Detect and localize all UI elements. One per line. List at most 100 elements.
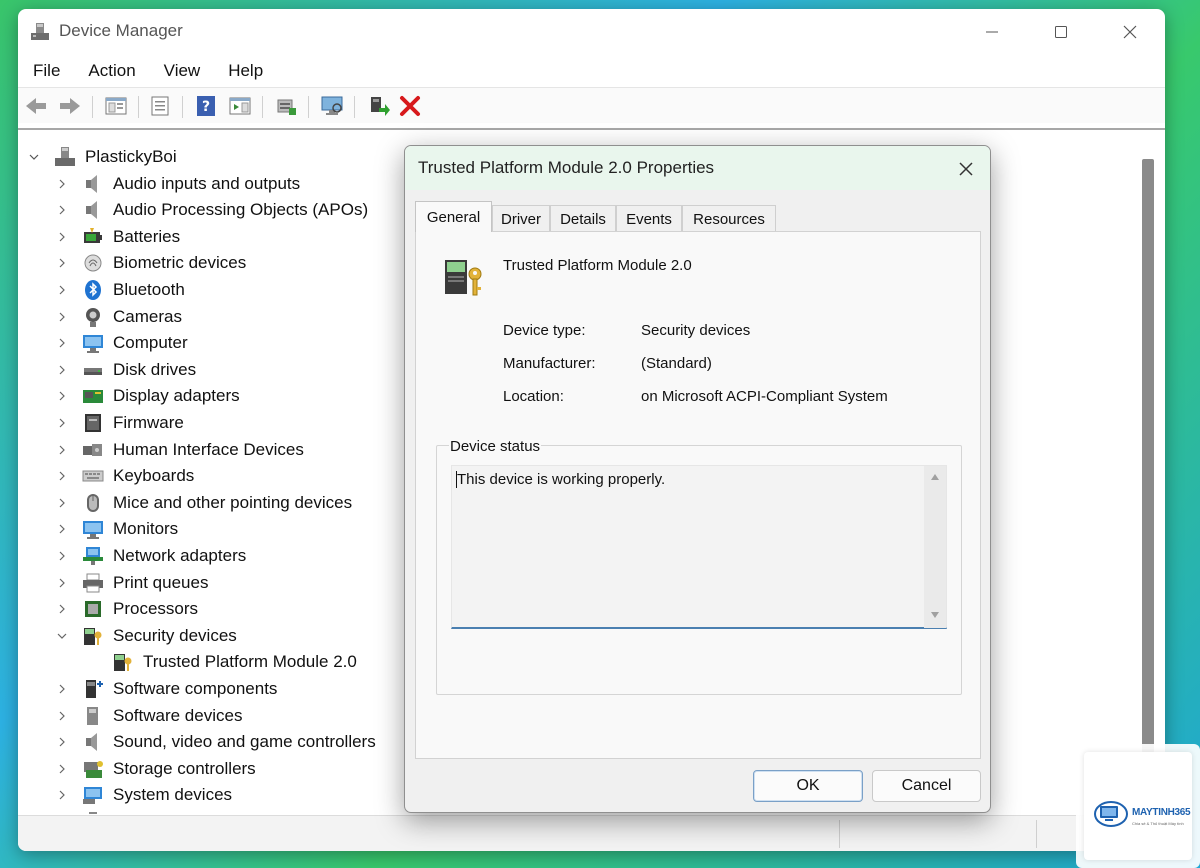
minimize-button[interactable] (969, 17, 1015, 47)
tree-item-label: Bluetooth (113, 280, 185, 299)
tree-category-item[interactable]: Print queues (56, 570, 208, 596)
chevron-right-icon[interactable] (56, 683, 68, 695)
scroll-down-icon[interactable] (929, 610, 941, 620)
menu-action[interactable]: Action (74, 61, 149, 89)
chevron-right-icon[interactable] (56, 470, 68, 482)
chevron-down-icon[interactable] (28, 151, 40, 163)
menu-view[interactable]: View (150, 61, 215, 89)
tab-driver[interactable]: Driver (492, 205, 550, 232)
tree-category-item[interactable]: Bluetooth (56, 277, 185, 303)
action-pane-icon[interactable] (228, 94, 252, 118)
chevron-right-icon[interactable] (56, 789, 68, 801)
tree-category-item[interactable]: Universal Serial Bus controllers (56, 809, 349, 814)
watermark-tagline: Chia sẻ & Thủ thuật Máy tính (1132, 821, 1184, 826)
tree-item-label: Software components (113, 679, 278, 698)
chevron-right-icon[interactable] (56, 497, 68, 509)
maytinh365-logo-icon (1094, 801, 1128, 827)
tree-category-item[interactable]: Firmware (56, 410, 184, 436)
device-status-text: This device is working properly. (457, 471, 666, 488)
menu-help[interactable]: Help (214, 61, 277, 89)
watermark: MAYTINH365 Chia sẻ & Thủ thuật Máy tính (1076, 744, 1200, 868)
chevron-right-icon[interactable] (56, 204, 68, 216)
toolbar-separator (262, 96, 263, 118)
scroll-up-icon[interactable] (929, 472, 941, 482)
chevron-right-icon[interactable] (56, 710, 68, 722)
chevron-right-icon[interactable] (56, 603, 68, 615)
camera-icon (86, 307, 100, 327)
storage-controller-icon (84, 760, 103, 778)
chevron-right-icon[interactable] (56, 523, 68, 535)
help-icon[interactable]: ? (194, 94, 218, 118)
ok-button[interactable]: OK (753, 770, 863, 802)
chevron-right-icon[interactable] (56, 577, 68, 589)
title-bar[interactable]: Device Manager (18, 9, 1165, 55)
properties-icon[interactable] (148, 94, 172, 118)
device-status-textbox[interactable]: This device is working properly. (451, 465, 947, 629)
tree-item-label: Security devices (113, 625, 237, 645)
tree-category-item[interactable]: Biometric devices (56, 250, 246, 276)
chevron-right-icon[interactable] (56, 231, 68, 243)
tree-category-item[interactable]: Audio Processing Objects (APOs) (56, 197, 368, 223)
close-icon (1123, 25, 1137, 39)
tree-category-item[interactable]: Computer (56, 330, 188, 356)
tree-category-item[interactable]: Storage controllers (56, 756, 256, 782)
tree-category-item[interactable]: Processors (56, 596, 198, 622)
maximize-button[interactable] (1038, 17, 1084, 47)
tree-category-item[interactable]: Mice and other pointing devices (56, 490, 352, 516)
usb-icon (89, 812, 97, 814)
uninstall-device-icon[interactable] (398, 94, 422, 118)
tree-category-item[interactable]: Batteries (56, 224, 180, 250)
scan-hardware-changes-icon[interactable] (320, 94, 344, 118)
tree-category-item[interactable]: Display adapters (56, 383, 240, 409)
tree-item-label: Firmware (113, 413, 184, 432)
tree-category-item[interactable]: Disk drives (56, 357, 196, 383)
tree-category-item[interactable]: Software components (56, 676, 277, 702)
enable-device-icon[interactable] (366, 94, 390, 118)
chevron-right-icon[interactable] (56, 550, 68, 562)
tree-category-item[interactable]: Cameras (56, 304, 182, 330)
chevron-right-icon[interactable] (56, 390, 68, 402)
update-driver-icon[interactable] (274, 94, 298, 118)
chevron-right-icon[interactable] (56, 763, 68, 775)
tree-scrollbar[interactable] (1142, 159, 1154, 753)
chevron-right-icon[interactable] (56, 311, 68, 323)
toolbar-separator (138, 96, 139, 118)
chevron-right-icon[interactable] (56, 364, 68, 376)
menu-bar: File Action View Help (18, 61, 277, 89)
tree-category-item[interactable]: Keyboards (56, 463, 194, 489)
tree-category-item[interactable]: Software devices (56, 703, 242, 729)
tab-resources[interactable]: Resources (682, 205, 776, 232)
chevron-right-icon[interactable] (56, 257, 68, 269)
back-arrow-icon[interactable] (24, 94, 48, 118)
chevron-right-icon[interactable] (56, 444, 68, 456)
cancel-button[interactable]: Cancel (872, 770, 981, 802)
tree-category-item[interactable]: Network adapters (56, 543, 246, 569)
tree-category-item[interactable]: Sound, video and game controllers (56, 729, 376, 755)
chevron-right-icon[interactable] (56, 736, 68, 748)
tree-category-item[interactable]: Human Interface Devices (56, 437, 304, 463)
watermark-card: MAYTINH365 Chia sẻ & Thủ thuật Máy tính (1084, 752, 1192, 860)
tree-category-item[interactable]: Audio inputs and outputs (56, 171, 300, 197)
chevron-right-icon[interactable] (56, 337, 68, 349)
forward-arrow-icon[interactable] (58, 94, 82, 118)
chevron-right-icon[interactable] (56, 284, 68, 296)
close-button[interactable] (1107, 17, 1153, 47)
dialog-title-bar[interactable]: Trusted Platform Module 2.0 Properties (405, 146, 990, 190)
tab-general[interactable]: General (415, 201, 492, 232)
tree-category-item[interactable]: Security devices (56, 623, 237, 649)
tree-category-item[interactable]: System devices (56, 782, 232, 808)
chevron-right-icon[interactable] (56, 417, 68, 429)
tab-events[interactable]: Events (616, 205, 682, 232)
tab-details[interactable]: Details (550, 205, 616, 232)
tree-category-item[interactable]: Monitors (56, 516, 178, 542)
status-scrollbar[interactable] (924, 466, 946, 628)
menu-file[interactable]: File (18, 61, 74, 89)
tree-root[interactable]: PlastickyBoi (28, 144, 177, 170)
tree-item-label: Batteries (113, 226, 181, 246)
status-divider (1036, 820, 1037, 848)
dialog-close-button[interactable] (953, 156, 979, 182)
chevron-down-icon[interactable] (56, 630, 68, 642)
tree-device-item[interactable]: Trusted Platform Module 2.0 (112, 649, 357, 675)
chevron-right-icon[interactable] (56, 178, 68, 190)
show-hide-console-tree-icon[interactable] (104, 94, 128, 118)
